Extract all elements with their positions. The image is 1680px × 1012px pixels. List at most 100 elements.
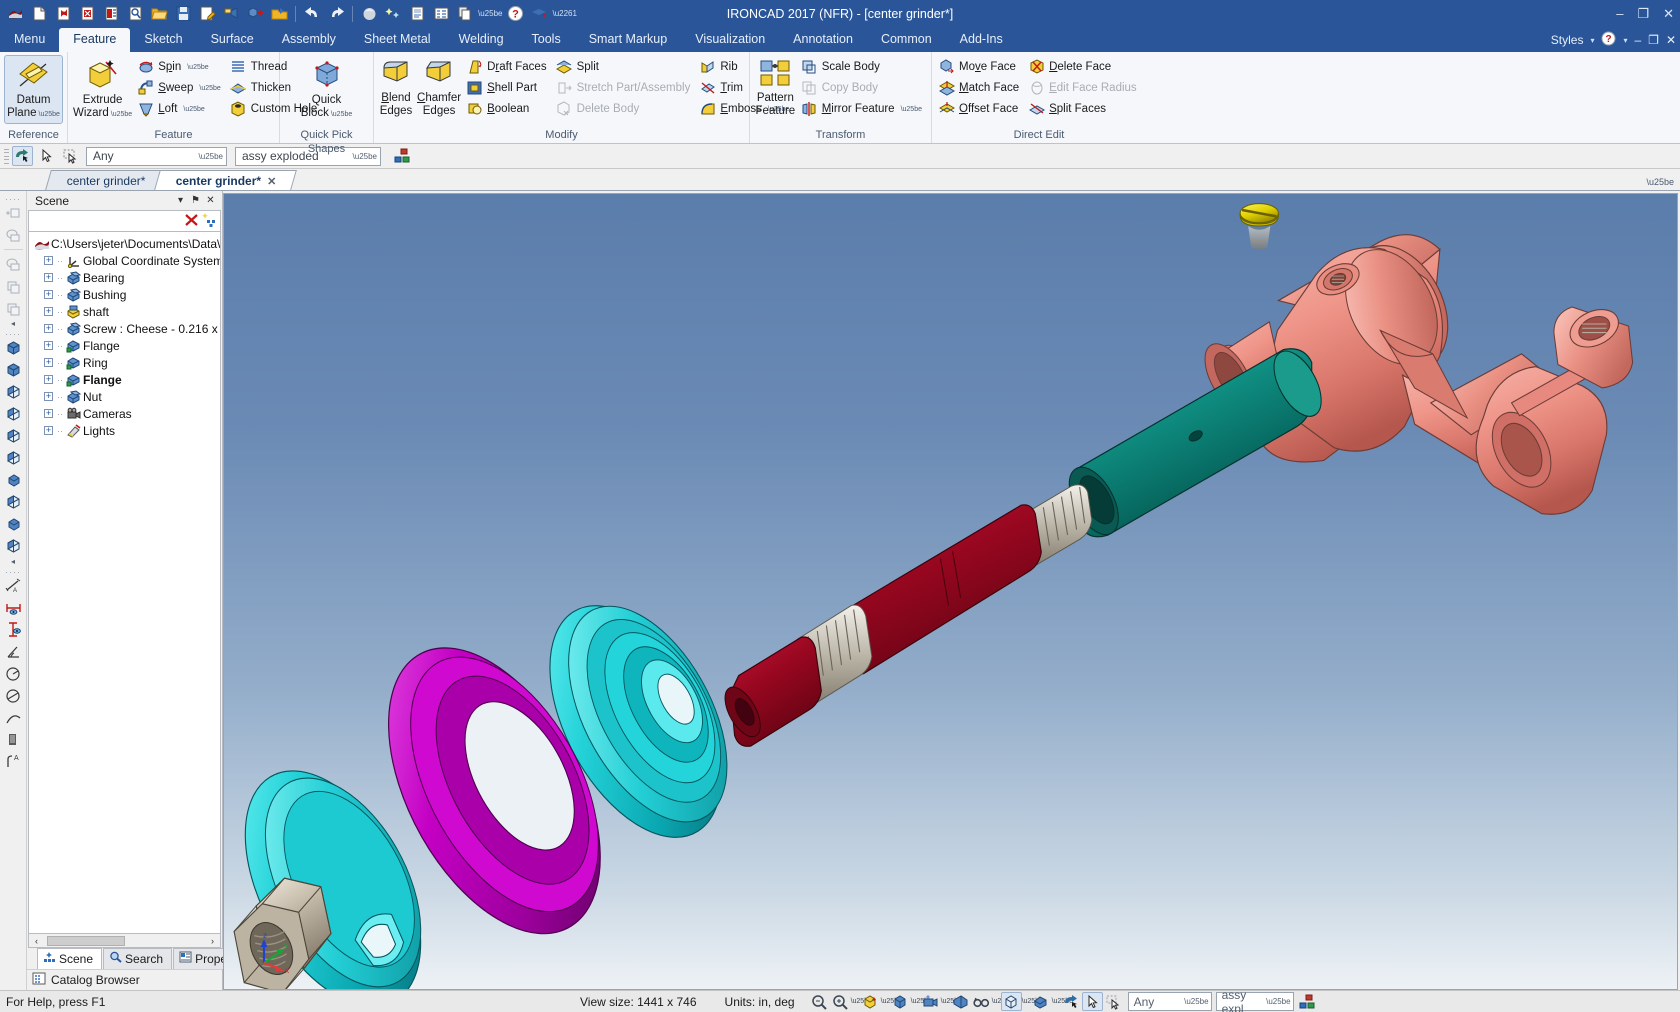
move-face-button[interactable]: Move Face <box>936 57 1024 77</box>
offset-face-button[interactable]: Offset Face <box>936 99 1024 119</box>
scrollbar-thumb[interactable] <box>47 935 125 946</box>
overflow-icon[interactable]: \u2261 <box>552 9 576 18</box>
dim-radial-icon[interactable] <box>2 663 25 685</box>
ironcad-logo-icon[interactable] <box>4 3 26 25</box>
undo-icon[interactable] <box>301 3 323 25</box>
scene-tree-node[interactable]: + ·· Global Coordinate System <box>31 252 220 269</box>
scale-body-button[interactable]: Scale Body <box>799 57 927 77</box>
dim-linear-icon[interactable] <box>2 597 25 619</box>
chevron-down-icon[interactable]: \u25be <box>353 152 377 161</box>
panel-menu-button[interactable]: ▾ <box>173 195 188 206</box>
ribbon-tab-tools[interactable]: Tools <box>518 28 575 52</box>
copy-dropdown-caret[interactable]: \u25be <box>478 9 502 18</box>
ribbon-tab-add-ins[interactable]: Add-Ins <box>946 28 1017 52</box>
scene-tree-options-icon[interactable] <box>201 212 218 231</box>
redo-icon[interactable] <box>325 3 347 25</box>
delete-face-button[interactable]: Delete Face <box>1026 57 1142 77</box>
view-top-icon[interactable] <box>2 403 25 425</box>
pin-panel-button[interactable]: ⚑ <box>188 195 203 206</box>
styles-dropdown-caret[interactable]: ▾ <box>1590 36 1594 45</box>
toolbar-grip[interactable] <box>4 148 9 165</box>
scene-tree-node[interactable]: + ·· shaft <box>31 303 220 320</box>
assembly-config-icon[interactable] <box>1297 992 1318 1011</box>
scene-tree-node[interactable]: + ·· Ring <box>31 354 220 371</box>
chevron-down-icon[interactable]: \u25be <box>199 152 223 161</box>
view-back-icon[interactable] <box>2 381 25 403</box>
quick-block-button[interactable]: Quick Block \u25be <box>296 55 358 124</box>
pattern-feature-button[interactable]: Pattern Feature <box>754 55 797 120</box>
datum-plane-button[interactable]: Datum Plane \u25be <box>4 55 63 124</box>
chevron-down-icon[interactable]: \u25be <box>1266 997 1290 1006</box>
help-question-icon[interactable]: ? <box>504 3 526 25</box>
scroll-right-button[interactable]: › <box>206 935 219 947</box>
chevron-down-icon[interactable]: \u25be <box>1052 998 1073 1005</box>
part-screw-cheese[interactable] <box>1239 203 1279 250</box>
draft-faces-button[interactable]: Draft Faces <box>464 57 551 77</box>
ribbon-close-button[interactable]: ✕ <box>1666 33 1676 47</box>
glasses-stereo-button[interactable] <box>971 992 992 1011</box>
expand-node-button[interactable]: + <box>44 256 53 265</box>
face-select-icon[interactable] <box>2 297 25 319</box>
chevron-down-icon[interactable]: \u25be <box>992 998 1013 1005</box>
document-tab[interactable]: center grinder* <box>45 170 166 190</box>
expand-node-button[interactable]: + <box>44 273 53 282</box>
shell-part-button[interactable]: Shell Part <box>464 78 551 98</box>
clear-selection-icon[interactable] <box>183 212 200 231</box>
save-icon[interactable] <box>172 3 194 25</box>
view-corner3-icon[interactable] <box>2 535 25 557</box>
ribbon-tab-smart-markup[interactable]: Smart Markup <box>575 28 682 52</box>
chevron-down-icon[interactable]: \u25be <box>1184 997 1208 1006</box>
sweep-button[interactable]: Sweep \u25be <box>135 78 226 98</box>
loft-button[interactable]: Loft \u25be <box>135 99 226 119</box>
display-mode-button[interactable] <box>1000 992 1022 1011</box>
rail-grip[interactable]: ···· <box>5 329 21 339</box>
view-corner2-icon[interactable] <box>2 513 25 535</box>
assembly-config-icon[interactable] <box>392 146 413 166</box>
ribbon-tab-welding[interactable]: Welding <box>445 28 518 52</box>
scene-tree-hscrollbar[interactable]: ‹ › <box>28 934 221 948</box>
help-question-icon[interactable]: ? <box>1601 31 1616 49</box>
import-icon[interactable] <box>76 3 98 25</box>
close-document-tab-button[interactable]: ✕ <box>267 174 276 187</box>
expand-node-button[interactable]: + <box>44 358 53 367</box>
zoom-area-button[interactable] <box>809 992 830 1011</box>
mirror-feature-button[interactable]: Mirror Feature \u25be <box>799 99 927 119</box>
ribbon-tab-sketch[interactable]: Sketch <box>130 28 196 52</box>
add-part-icon[interactable] <box>244 3 266 25</box>
status-filter-combo[interactable]: Any \u25be <box>1127 992 1212 1011</box>
help-dropdown-caret[interactable]: ▾ <box>1623 36 1627 45</box>
snap-to-part-icon[interactable] <box>2 202 25 224</box>
dim-arc-icon[interactable] <box>2 707 25 729</box>
scene-tree-node[interactable]: + ·· Bearing <box>31 269 220 286</box>
rail-grip[interactable]: ···· <box>5 567 21 577</box>
view-left-icon[interactable] <box>2 447 25 469</box>
panel-tab-search[interactable]: Search <box>103 948 173 969</box>
split-button[interactable]: Split <box>554 57 696 77</box>
expand-node-button[interactable]: + <box>44 426 53 435</box>
split-faces-button[interactable]: Split Faces <box>1026 99 1142 119</box>
perspective-button[interactable] <box>950 992 971 1011</box>
expand-node-button[interactable]: + <box>44 392 53 401</box>
close-button[interactable]: ✕ <box>1663 7 1674 20</box>
doc-tab-overflow-icon[interactable]: \u25be <box>1646 177 1674 187</box>
properties-icon[interactable] <box>430 3 452 25</box>
styles-label[interactable]: Styles <box>1551 33 1584 47</box>
box-select-tool[interactable] <box>60 146 81 166</box>
scene-tree-node[interactable]: + ·· Bushing <box>31 286 220 303</box>
chevron-down-icon[interactable]: \u25be <box>941 998 962 1005</box>
chevron-down-icon[interactable]: \u25be <box>851 998 872 1005</box>
scene-tree-node[interactable]: + ·· Flange <box>31 337 220 354</box>
select-arrow-tool[interactable] <box>12 146 33 166</box>
match-face-button[interactable]: Match Face <box>936 78 1024 98</box>
edit-icon[interactable] <box>196 3 218 25</box>
selection-filter-combo[interactable]: Any \u25be <box>86 146 227 166</box>
view-cube-button[interactable] <box>890 992 911 1011</box>
training-icon[interactable] <box>528 3 550 25</box>
view-corner1-icon[interactable] <box>2 491 25 513</box>
close-panel-button[interactable]: ✕ <box>203 195 218 206</box>
select-arrow-button[interactable] <box>1061 992 1082 1011</box>
status-config-combo[interactable]: assy expl \u25be <box>1215 988 1294 1012</box>
scene-tree-node[interactable]: + ·· Lights <box>31 422 220 439</box>
effects-icon[interactable] <box>382 3 404 25</box>
view-bottom-icon[interactable] <box>2 425 25 447</box>
